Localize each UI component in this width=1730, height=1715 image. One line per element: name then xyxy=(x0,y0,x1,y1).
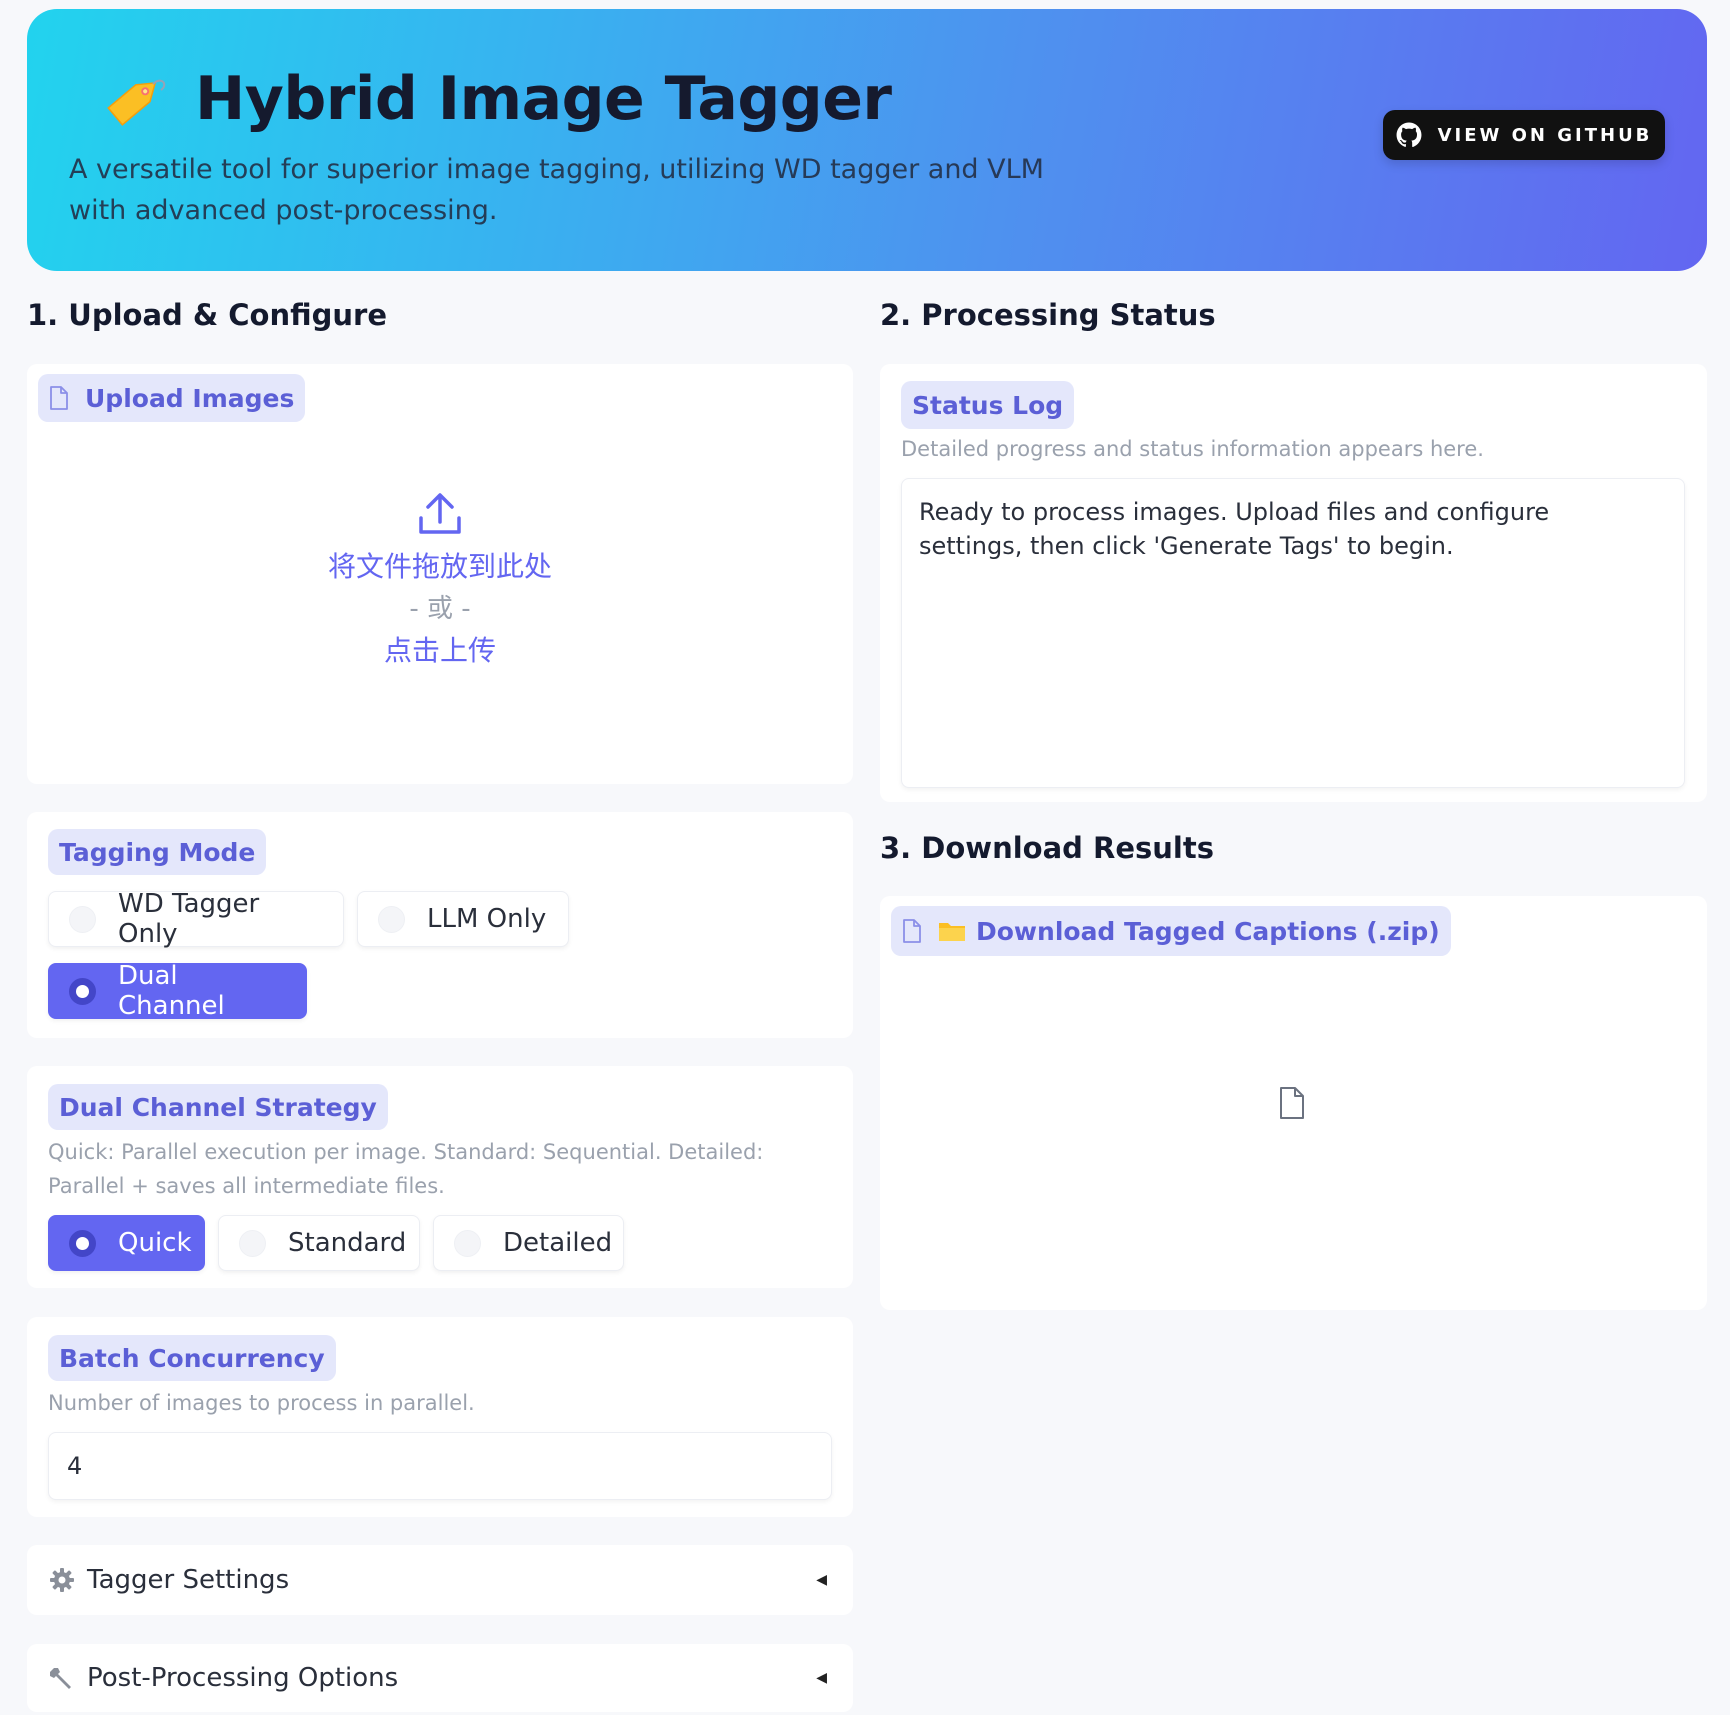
upload-images-label: Upload Images xyxy=(38,374,306,422)
radio-label: Standard xyxy=(288,1228,407,1258)
status-log-textarea[interactable]: Ready to process images. Upload files an… xyxy=(901,478,1685,788)
github-icon xyxy=(1396,122,1422,147)
file-icon xyxy=(50,386,68,410)
upload-area-content: 将文件拖放到此处 - 或 - 点击上传 xyxy=(27,492,853,672)
radio-dot xyxy=(378,905,405,933)
click-to-upload-text[interactable]: 点击上传 xyxy=(27,630,853,672)
radio-standard[interactable]: Standard xyxy=(218,1215,420,1271)
radio-dot xyxy=(69,977,96,1005)
status-text-line: Ready to process images. Upload files an… xyxy=(919,498,1550,526)
radio-dot xyxy=(239,1229,266,1257)
github-label: VIEW ON GITHUB xyxy=(1437,124,1653,146)
download-results-group: Download Tagged Captions (.zip) xyxy=(880,896,1707,1310)
strategy-description: Quick: Parallel execution per image. Sta… xyxy=(48,1135,763,1203)
drop-files-text: 将文件拖放到此处 xyxy=(327,550,552,583)
description-line: Quick: Parallel execution per image. Sta… xyxy=(48,1140,764,1164)
post-processing-accordion[interactable]: Post-Processing Options ◀ xyxy=(27,1644,853,1712)
dual-channel-strategy-label: Dual Channel Strategy xyxy=(48,1084,388,1130)
status-log-description: Detailed progress and status information… xyxy=(901,437,1484,461)
tag-icon xyxy=(107,79,166,126)
accordion-label: Tagger Settings xyxy=(87,1565,290,1595)
caret-left-icon: ◀ xyxy=(816,1670,827,1686)
app-title: Hybrid Image Tagger xyxy=(103,57,892,141)
status-text-line: settings, then click 'Generate Tags' to … xyxy=(919,532,1454,560)
page-title: Hybrid Image Tagger xyxy=(195,64,892,134)
subtitle-line: A versatile tool for superior image tagg… xyxy=(69,154,1044,185)
radio-wd-tagger-only[interactable]: WD Tagger Only xyxy=(48,889,344,949)
batch-concurrency-input[interactable]: 4 xyxy=(48,1432,832,1500)
radio-dot xyxy=(69,905,96,933)
download-captions-label[interactable]: Download Tagged Captions (.zip) xyxy=(891,906,1451,956)
radio-label: LLM Only xyxy=(427,904,547,934)
input-value: 4 xyxy=(67,1452,83,1480)
accordion-label: Post-Processing Options xyxy=(87,1663,399,1693)
subtitle-line: with advanced post-processing. xyxy=(69,195,498,226)
upload-dropzone[interactable]: Upload Images 将文件拖放到此处 - 或 - 点击上传 xyxy=(27,364,853,784)
status-log-group: Status Log Detailed progress and status … xyxy=(880,364,1707,802)
upload-label-text: Upload Images xyxy=(85,383,295,413)
file-icon xyxy=(1280,1087,1304,1119)
radio-dual-channel[interactable]: Dual Channel xyxy=(48,961,307,1021)
view-on-github-button[interactable]: VIEW ON GITHUB xyxy=(1383,110,1665,160)
radio-dot xyxy=(454,1229,481,1257)
radio-label: Quick xyxy=(118,1228,192,1258)
section-title-status: 2. Processing Status xyxy=(880,298,1216,332)
tagging-mode-label: Tagging Mode xyxy=(48,829,267,875)
section-title-download: 3. Download Results xyxy=(880,831,1214,865)
status-log-label: Status Log xyxy=(901,381,1075,429)
tagger-settings-accordion[interactable]: Tagger Settings ◀ xyxy=(27,1545,853,1615)
radio-label: Detailed xyxy=(503,1228,613,1258)
file-icon xyxy=(903,919,921,943)
radio-dot xyxy=(69,1229,96,1257)
or-text: - 或 - xyxy=(409,594,471,624)
gear-icon xyxy=(50,1568,74,1592)
caret-left-icon: ◀ xyxy=(816,1572,827,1588)
batch-concurrency-group: Batch Concurrency Number of images to pr… xyxy=(27,1317,853,1517)
download-label-text: Download Tagged Captions (.zip) xyxy=(976,916,1440,946)
radio-label: Dual Channel xyxy=(118,961,225,1021)
radio-detailed[interactable]: Detailed xyxy=(433,1215,624,1271)
batch-concurrency-label: Batch Concurrency xyxy=(48,1335,336,1381)
concurrency-description: Number of images to process in parallel. xyxy=(48,1391,475,1415)
description-line: Parallel + saves all intermediate files. xyxy=(48,1174,445,1198)
header-banner: Hybrid Image Tagger A versatile tool for… xyxy=(27,9,1707,271)
folder-icon xyxy=(939,923,965,941)
dual-channel-strategy-group: Dual Channel Strategy Quick: Parallel ex… xyxy=(27,1066,853,1288)
app-subtitle: A versatile tool for superior image tagg… xyxy=(69,149,1109,231)
radio-quick[interactable]: Quick xyxy=(48,1215,205,1271)
section-title-upload: 1. Upload & Configure xyxy=(27,298,387,332)
wrench-icon xyxy=(50,1668,71,1689)
radio-label: WD Tagger Only xyxy=(118,889,260,949)
tagging-mode-group: Tagging Mode WD Tagger Only LLM Only Dua… xyxy=(27,812,853,1038)
upload-icon xyxy=(419,493,461,534)
radio-llm-only[interactable]: LLM Only xyxy=(357,891,569,947)
